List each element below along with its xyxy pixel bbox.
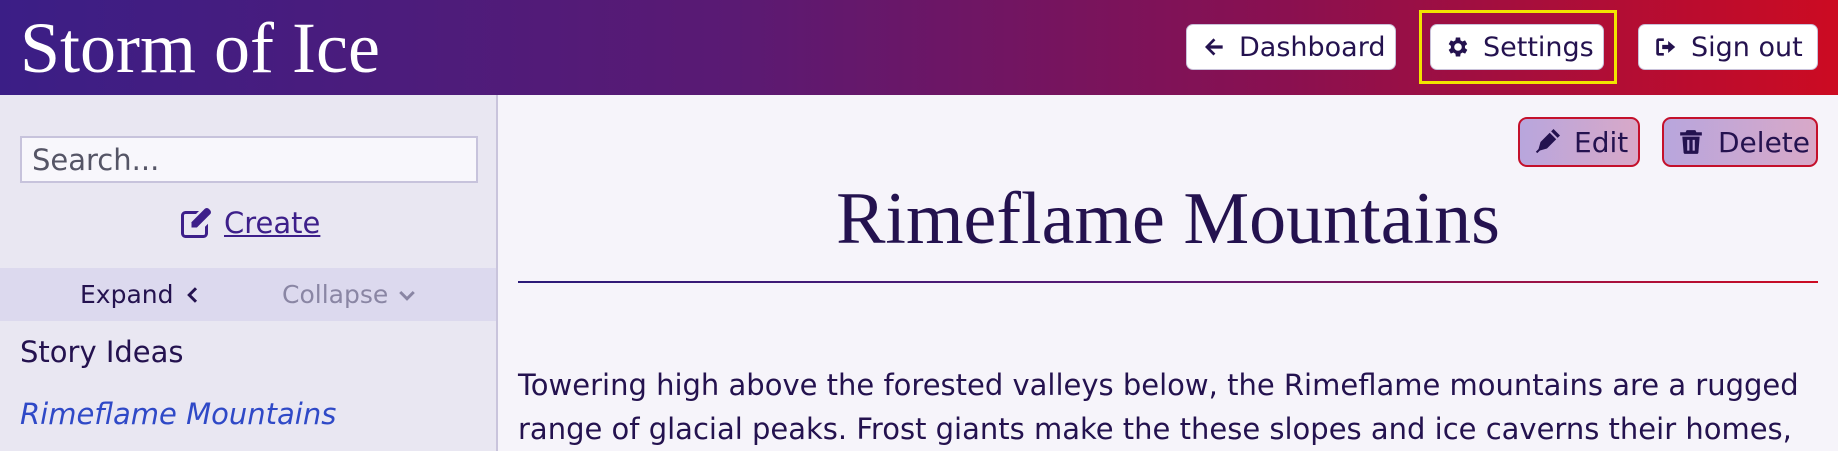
chevron-down-icon — [399, 290, 416, 301]
expand-label: Expand — [80, 280, 174, 309]
sidebar: Create Expand Collapse Story Ideas Rimef… — [0, 95, 498, 451]
search-input[interactable] — [20, 136, 478, 183]
arrow-left-icon — [1205, 38, 1223, 56]
title-divider — [518, 281, 1818, 283]
app-title: Storm of Ice — [20, 8, 380, 88]
delete-button[interactable]: Delete — [1662, 117, 1818, 167]
page-title: Rimeflame Mountains — [836, 178, 1500, 260]
sign-out-icon — [1656, 38, 1676, 56]
expand-button[interactable]: Expand — [80, 280, 202, 309]
edit-square-icon — [181, 208, 211, 238]
dashboard-label: Dashboard — [1239, 31, 1386, 63]
create-label: Create — [224, 206, 321, 240]
sidebar-item-story-ideas[interactable]: Story Ideas — [20, 335, 184, 369]
delete-label: Delete — [1718, 125, 1810, 159]
edit-button[interactable]: Edit — [1518, 117, 1640, 167]
collapse-label: Collapse — [282, 280, 389, 309]
dashboard-button[interactable]: Dashboard — [1186, 24, 1396, 70]
expand-collapse-bar: Expand Collapse — [0, 268, 496, 321]
sign-out-button[interactable]: Sign out — [1638, 24, 1818, 70]
app-header: Storm of Ice Dashboard Settings Sign out — [0, 0, 1838, 95]
main-content: Edit Delete Rimeflame Mountains Towering… — [498, 95, 1838, 451]
settings-button[interactable]: Settings — [1430, 24, 1604, 70]
sidebar-item-rimeflame-mountains[interactable]: Rimeflame Mountains — [20, 397, 336, 431]
pen-nib-icon — [1535, 129, 1560, 154]
collapse-button[interactable]: Collapse — [282, 280, 416, 309]
gear-icon — [1448, 37, 1468, 57]
create-link[interactable]: Create — [178, 205, 320, 241]
article-body: Towering high above the forested valleys… — [518, 368, 1799, 446]
trash-icon — [1680, 130, 1702, 154]
edit-label: Edit — [1574, 125, 1629, 159]
sign-out-label: Sign out — [1691, 31, 1803, 63]
chevron-left-icon — [186, 286, 197, 303]
settings-label: Settings — [1483, 31, 1594, 63]
